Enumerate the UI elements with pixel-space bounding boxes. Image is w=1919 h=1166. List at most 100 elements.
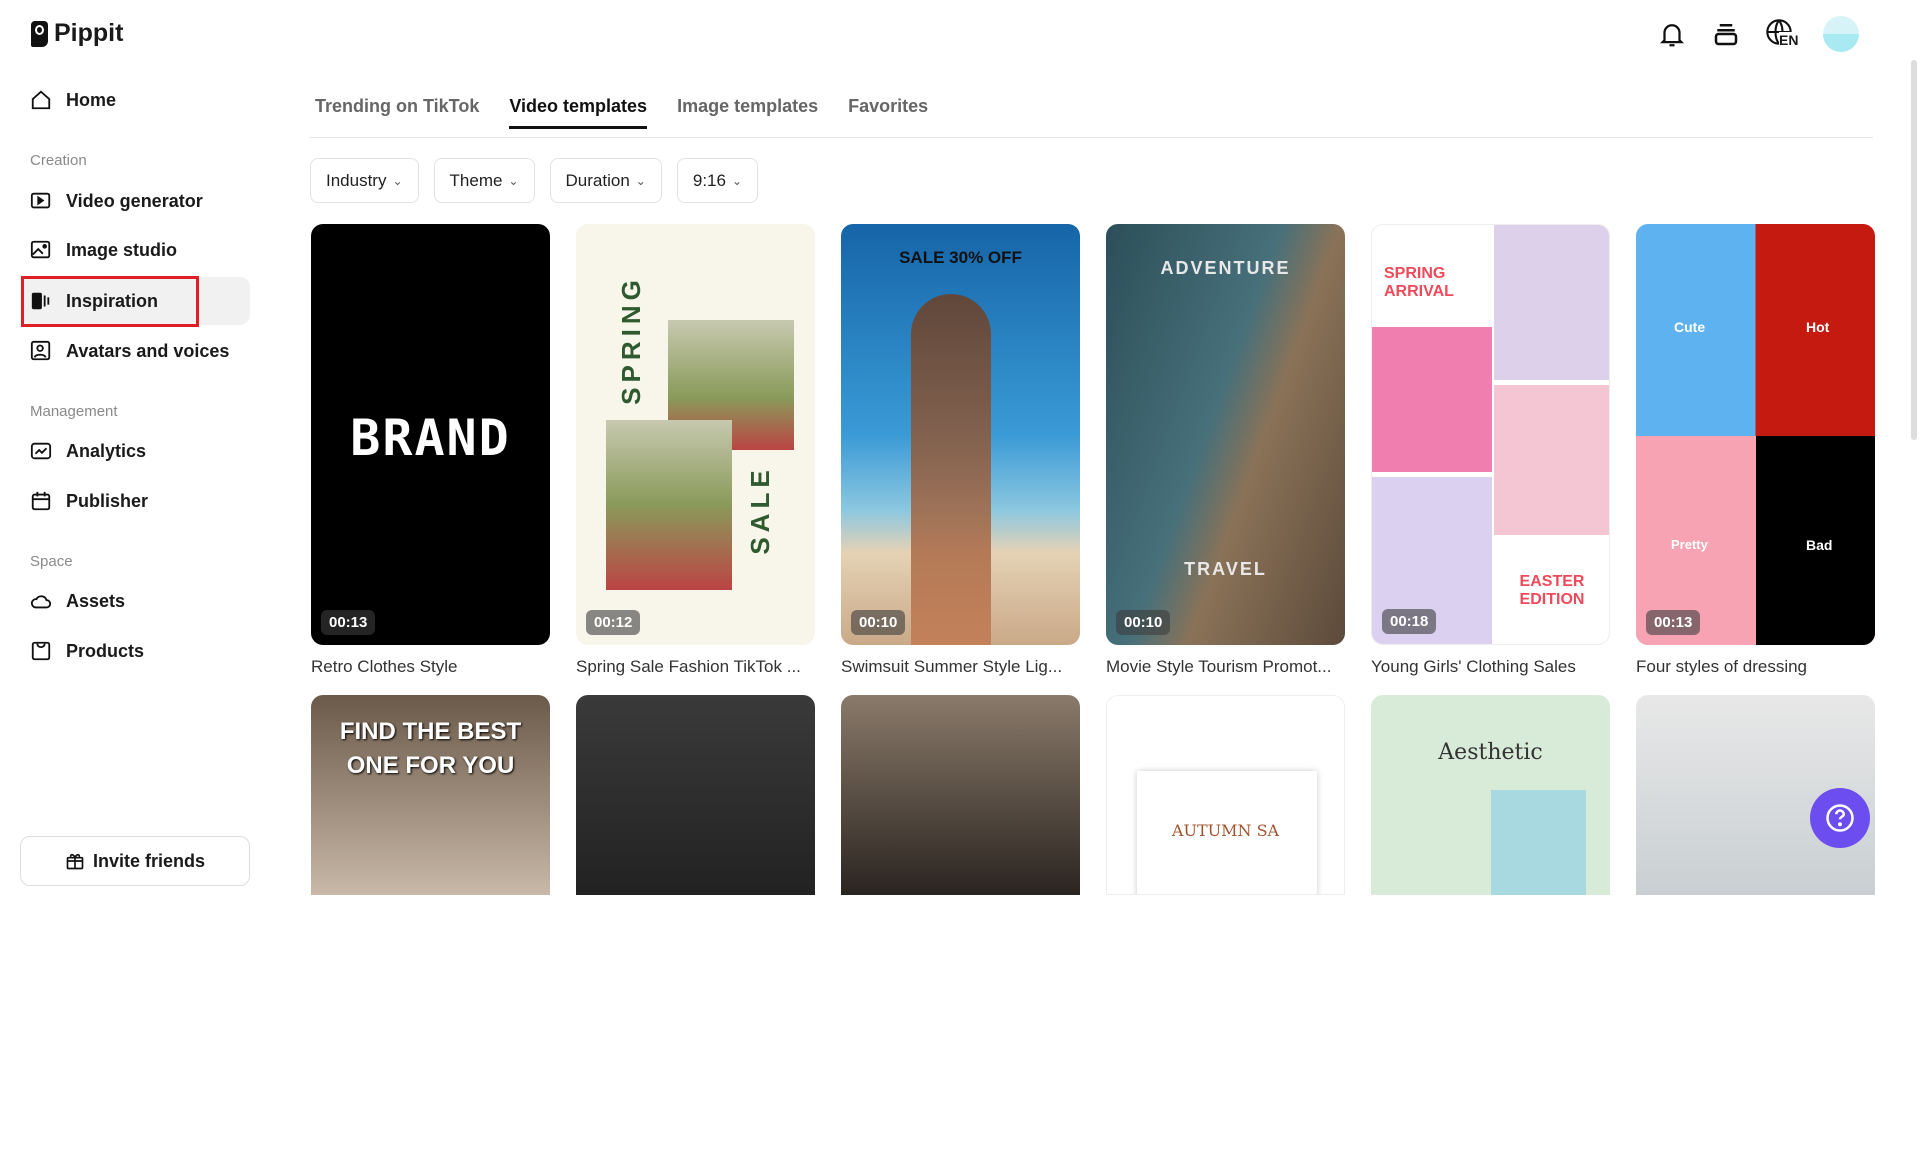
- chevron-down-icon: ⌄: [635, 173, 646, 188]
- bell-icon[interactable]: [1657, 19, 1687, 49]
- template-thumbnail[interactable]: SPRING ARRIVAL EASTER EDITION 00:18: [1371, 224, 1610, 645]
- tab-trending-on-tiktok[interactable]: Trending on TikTok: [315, 96, 479, 129]
- user-avatar[interactable]: [1823, 16, 1859, 52]
- template-thumbnail[interactable]: AUTUMN SA: [1106, 695, 1345, 895]
- photo: [1372, 327, 1492, 472]
- template-thumbnail[interactable]: BRAND 00:13: [311, 224, 550, 645]
- template-thumbnail[interactable]: Aesthetic: [1371, 695, 1610, 895]
- thumbnail-text: Bad: [1806, 537, 1833, 553]
- duration-badge: 00:10: [851, 610, 906, 635]
- thumbnail-text: AUTUMN SA: [1171, 821, 1280, 840]
- logo-text: Pippit: [54, 19, 124, 47]
- duration-dropdown[interactable]: Duration ⌄: [549, 158, 662, 203]
- logo-icon: [31, 20, 48, 47]
- header-actions: EN: [1657, 16, 1859, 52]
- template-card[interactable]: Cute Hot Pretty Bad 00:13 Four styles of…: [1636, 224, 1875, 695]
- template-thumbnail[interactable]: [576, 695, 815, 895]
- gift-icon: [66, 853, 84, 870]
- sidebar-item-label: Products: [66, 640, 145, 661]
- template-title: Young Girls' Clothing Sales: [1371, 657, 1576, 676]
- template-title: Swimsuit Summer Style Lig...: [841, 657, 1063, 676]
- image-sparkle-icon: [30, 240, 51, 259]
- subscription-icon[interactable]: [1711, 19, 1741, 49]
- avatar-icon: [30, 340, 51, 361]
- thumbnail-text: EASTER EDITION: [1519, 573, 1585, 608]
- sidebar-item-analytics[interactable]: Analytics: [22, 427, 250, 475]
- sidebar-item-label: Home: [66, 89, 117, 110]
- language-button[interactable]: EN: [1765, 18, 1799, 50]
- template-thumbnail[interactable]: FIND THE BEST ONE FOR YOU: [311, 695, 550, 895]
- thumbnail-text: SPRING ARRIVAL: [1384, 265, 1454, 300]
- chevron-down-icon: ⌄: [731, 173, 743, 188]
- template-card[interactable]: SPRING SALE 00:12 Spring Sale Fashion Ti…: [576, 224, 815, 695]
- photo: [1494, 225, 1609, 380]
- template-thumbnail[interactable]: SALE 30% OFF 00:10: [841, 224, 1080, 645]
- photo: [606, 420, 732, 590]
- invite-friends-button[interactable]: Invite friends: [20, 836, 250, 886]
- sidebar-item-label: Avatars and voices: [66, 340, 230, 361]
- template-card[interactable]: Aesthetic: [1371, 695, 1610, 1166]
- template-thumbnail[interactable]: ADVENTURE TRAVEL 00:10: [1106, 224, 1345, 645]
- invite-label: Invite friends: [92, 850, 206, 871]
- filter-label: Duration: [565, 170, 630, 190]
- template-card[interactable]: [1636, 695, 1875, 1166]
- language-code: EN: [1779, 32, 1799, 48]
- template-thumbnail[interactable]: SPRING SALE 00:12: [576, 224, 815, 645]
- model-figure: [911, 294, 991, 645]
- video-plus-icon: [30, 192, 51, 209]
- theme-dropdown[interactable]: Theme ⌄: [433, 158, 535, 203]
- cloud-icon: [30, 595, 52, 609]
- scrollbar[interactable]: [1911, 60, 1917, 440]
- thumbnail-text: ADVENTURE: [1160, 258, 1291, 278]
- thumbnail-text: TRAVEL: [1184, 559, 1267, 579]
- bag-icon: [31, 641, 51, 661]
- template-title: Movie Style Tourism Promot...: [1106, 657, 1332, 676]
- template-grid: BRAND 00:13 Retro Clothes Style SPRING S…: [311, 224, 1875, 695]
- template-grid-row-2: FIND THE BEST ONE FOR YOU AUTUMN SA Aest…: [311, 695, 1875, 1166]
- aspect-ratio-dropdown[interactable]: 9:16 ⌄: [676, 158, 759, 203]
- tab-favorites[interactable]: Favorites: [848, 96, 928, 129]
- template-title: Spring Sale Fashion TikTok ...: [576, 657, 801, 676]
- tab-image-templates[interactable]: Image templates: [677, 96, 818, 129]
- logo[interactable]: Pippit: [31, 19, 123, 48]
- template-card[interactable]: [841, 695, 1080, 1166]
- duration-badge: 00:12: [586, 610, 641, 635]
- thumbnail-text: Cute: [1674, 319, 1706, 335]
- template-thumbnail[interactable]: Cute Hot Pretty Bad 00:13: [1636, 224, 1875, 645]
- thumbnail-text: Hot: [1806, 319, 1830, 335]
- sidebar-item-video-generator[interactable]: Video generator: [22, 177, 250, 225]
- sidebar-item-publisher[interactable]: Publisher: [22, 477, 250, 525]
- analytics-icon: [30, 442, 52, 460]
- home-icon: [31, 90, 51, 110]
- help-button[interactable]: [1810, 788, 1870, 848]
- sidebar-item-products[interactable]: Products: [22, 627, 250, 675]
- sidebar-item-label: Publisher: [66, 490, 149, 511]
- filter-label: Theme: [449, 170, 503, 190]
- template-thumbnail[interactable]: [841, 695, 1080, 895]
- thumbnail-text: Aesthetic: [1438, 740, 1543, 765]
- sidebar-item-label: Video generator: [66, 190, 203, 211]
- filter-label: 9:16: [692, 170, 726, 190]
- sidebar: Pippit Home Creation Video generator Ima…: [0, 0, 262, 886]
- template-card[interactable]: FIND THE BEST ONE FOR YOU: [311, 695, 550, 1166]
- thumbnail-text: FIND THE BEST ONE FOR YOU: [339, 718, 522, 779]
- template-card[interactable]: SPRING ARRIVAL EASTER EDITION 00:18 Youn…: [1371, 224, 1610, 695]
- template-card[interactable]: [576, 695, 815, 1166]
- sidebar-item-avatars-and-voices[interactable]: Avatars and voices: [22, 327, 250, 375]
- template-card[interactable]: ADVENTURE TRAVEL 00:10 Movie Style Touri…: [1106, 224, 1345, 695]
- highlight-box: [21, 276, 199, 327]
- calendar-icon: [31, 491, 51, 511]
- sidebar-item-home[interactable]: Home: [22, 76, 250, 124]
- section-label-space: Space: [30, 553, 73, 570]
- template-card[interactable]: BRAND 00:13 Retro Clothes Style: [311, 224, 550, 695]
- question-icon: [1826, 804, 1854, 832]
- thumbnail-text: SALE 30% OFF: [899, 248, 1022, 267]
- filter-bar: Industry ⌄ Theme ⌄ Duration ⌄ 9:16 ⌄: [310, 158, 759, 203]
- industry-dropdown[interactable]: Industry ⌄: [310, 158, 419, 203]
- sidebar-item-image-studio[interactable]: Image studio: [22, 226, 250, 274]
- tab-video-templates[interactable]: Video templates: [509, 96, 647, 129]
- divider: [310, 137, 1873, 138]
- sidebar-item-assets[interactable]: Assets: [22, 577, 250, 625]
- template-card[interactable]: SALE 30% OFF 00:10 Swimsuit Summer Style…: [841, 224, 1080, 695]
- template-card[interactable]: AUTUMN SA: [1106, 695, 1345, 1166]
